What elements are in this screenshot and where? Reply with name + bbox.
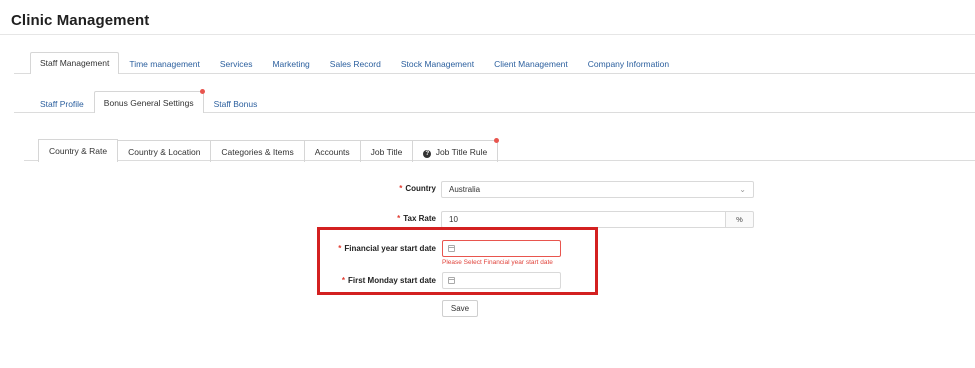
tab-sales-record[interactable]: Sales Record <box>320 53 391 74</box>
tab-staff-profile[interactable]: Staff Profile <box>30 93 94 113</box>
tab-client-management[interactable]: Client Management <box>484 53 578 74</box>
tab-marketing[interactable]: Marketing <box>262 53 319 74</box>
tab-accounts[interactable]: Accounts <box>303 140 361 162</box>
tab-services[interactable]: Services <box>210 53 263 74</box>
tab-stock-management[interactable]: Stock Management <box>391 53 484 74</box>
tab-categories-items[interactable]: Categories & Items <box>210 140 305 162</box>
sub-tabs: Staff Profile Bonus General Settings Sta… <box>30 89 268 113</box>
required-mark: * <box>399 184 403 193</box>
question-circle-icon: ? <box>423 150 432 158</box>
tax-rate-input[interactable]: 10 <box>441 211 726 228</box>
highlight-box <box>317 227 598 295</box>
tab-time-management[interactable]: Time management <box>119 53 210 74</box>
tab-job-title-rule-label: Job Title Rule <box>435 147 488 157</box>
main-tabs: Staff Management Time management Service… <box>30 52 679 74</box>
country-select[interactable]: Australia ⌄ <box>441 181 754 198</box>
tab-job-title-rule[interactable]: ? Job Title Rule <box>412 138 500 162</box>
tab-country-rate[interactable]: Country & Rate <box>38 139 119 162</box>
tax-rate-label: * Tax Rate <box>397 214 436 223</box>
tab-staff-bonus[interactable]: Staff Bonus <box>204 93 268 113</box>
country-value: Australia <box>449 185 481 194</box>
tab-bonus-general-settings-label: Bonus General Settings <box>103 98 194 108</box>
tab-job-title[interactable]: Job Title <box>359 140 414 162</box>
header-divider <box>0 34 975 35</box>
required-mark: * <box>397 214 401 223</box>
tab-staff-management[interactable]: Staff Management <box>30 52 120 74</box>
save-button[interactable]: Save <box>442 300 478 317</box>
tax-rate-value: 10 <box>449 215 458 224</box>
percent-addon: % <box>725 211 754 228</box>
settings-tabs: Country & Rate Country & Location Catego… <box>38 138 500 162</box>
tab-company-information[interactable]: Company Information <box>578 53 679 74</box>
tab-bonus-general-settings[interactable]: Bonus General Settings <box>93 89 205 113</box>
tab-country-location[interactable]: Country & Location <box>117 140 212 162</box>
page-title: Clinic Management <box>11 12 150 29</box>
chevron-down-icon: ⌄ <box>739 185 746 194</box>
notification-dot <box>494 138 500 143</box>
country-label: * Country <box>399 184 436 193</box>
